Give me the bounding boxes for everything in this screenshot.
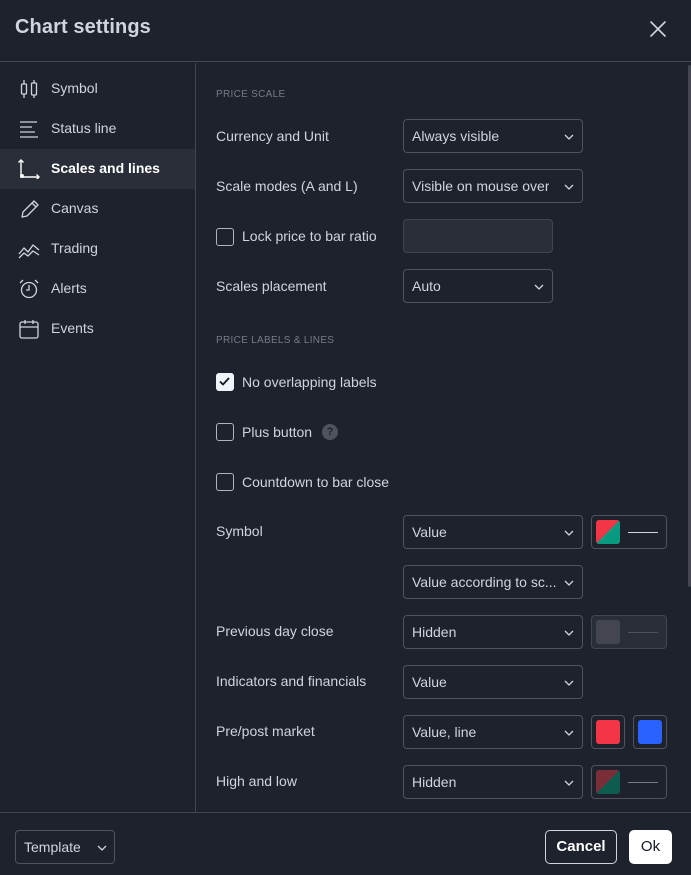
- prev-day-close-label: Previous day close: [216, 623, 334, 639]
- color-swatch: [596, 720, 620, 744]
- sidebar-item-label: Symbol: [51, 80, 98, 96]
- trading-icon: [18, 244, 40, 259]
- currency-unit-select[interactable]: Always visible: [403, 119, 583, 153]
- pre-post-market-select[interactable]: Value, line: [403, 715, 583, 749]
- scales-placement-label: Scales placement: [216, 278, 327, 294]
- alarm-clock-icon: [19, 279, 39, 299]
- symbol-select[interactable]: Value: [403, 515, 583, 549]
- select-value: Hidden: [412, 624, 457, 640]
- indicators-select[interactable]: Value: [403, 665, 583, 699]
- chevron-down-icon: [564, 184, 574, 190]
- currency-unit-label: Currency and Unit: [216, 128, 329, 144]
- select-value: Value: [412, 524, 447, 540]
- lock-ratio-label: Lock price to bar ratio: [242, 228, 377, 244]
- help-icon[interactable]: ?: [322, 424, 338, 440]
- cancel-button[interactable]: Cancel: [545, 830, 617, 864]
- sidebar-item-label: Events: [51, 320, 94, 336]
- color-swatch: [596, 620, 620, 644]
- chevron-down-icon: [564, 780, 574, 786]
- color-swatch: [596, 520, 620, 544]
- pre-post-market-label: Pre/post market: [216, 723, 315, 739]
- color-swatch: [596, 770, 620, 794]
- sidebar-item-alerts[interactable]: Alerts: [0, 269, 195, 309]
- sidebar-item-label: Status line: [51, 120, 117, 136]
- high-low-label: High and low: [216, 773, 297, 789]
- status-line-icon: [20, 121, 38, 138]
- select-value: Auto: [412, 278, 441, 294]
- chevron-down-icon: [564, 630, 574, 636]
- indicators-label: Indicators and financials: [216, 673, 367, 689]
- lock-ratio-input: [403, 219, 553, 253]
- sidebar-item-symbol[interactable]: Symbol: [0, 69, 195, 109]
- sidebar-item-events[interactable]: Events: [0, 309, 195, 349]
- calendar-icon: [19, 320, 39, 339]
- scale-modes-label: Scale modes (A and L): [216, 178, 358, 194]
- plus-button-checkbox[interactable]: [216, 423, 234, 441]
- scales-and-lines-panel: PRICE SCALE Currency and Unit Always vis…: [197, 63, 691, 812]
- sidebar-item-label: Alerts: [51, 280, 87, 296]
- chevron-down-icon: [564, 680, 574, 686]
- plus-button-label: Plus button: [242, 424, 313, 440]
- high-low-color-picker[interactable]: [591, 765, 667, 799]
- no-overlapping-label: No overlapping labels: [242, 374, 377, 390]
- color-swatch: [638, 720, 662, 744]
- select-value: Always visible: [412, 128, 500, 144]
- symbol-mode-select[interactable]: Value according to sc...: [403, 565, 583, 599]
- chevron-down-icon: [564, 580, 574, 586]
- scales-placement-select[interactable]: Auto: [403, 269, 553, 303]
- select-value: Visible on mouse over: [412, 178, 550, 194]
- chevron-down-icon: [564, 530, 574, 536]
- close-icon: [650, 21, 666, 37]
- sidebar-item-label: Trading: [51, 240, 98, 256]
- pre-market-color-picker[interactable]: [591, 715, 625, 749]
- template-label: Template: [24, 839, 81, 855]
- countdown-label: Countdown to bar close: [242, 474, 390, 490]
- sidebar-item-canvas[interactable]: Canvas: [0, 189, 195, 229]
- dialog-header: Chart settings: [0, 0, 691, 62]
- select-value: Value, line: [412, 724, 477, 740]
- lock-ratio-checkbox[interactable]: [216, 228, 234, 246]
- chevron-down-icon: [564, 134, 574, 140]
- scale-modes-select[interactable]: Visible on mouse over: [403, 169, 583, 203]
- sidebar-item-trading[interactable]: Trading: [0, 229, 195, 269]
- ok-button[interactable]: Ok: [629, 830, 672, 864]
- scales-icon: [18, 159, 40, 179]
- symbol-color-picker[interactable]: [591, 515, 667, 549]
- prev-day-close-color-picker: [591, 615, 667, 649]
- high-low-select[interactable]: Hidden: [403, 765, 583, 799]
- post-market-color-picker[interactable]: [633, 715, 667, 749]
- line-style-preview: [628, 632, 658, 633]
- sidebar-item-scales-and-lines[interactable]: Scales and lines: [0, 149, 195, 189]
- line-style-preview: [628, 782, 658, 783]
- close-button[interactable]: [643, 14, 673, 44]
- countdown-checkbox[interactable]: [216, 473, 234, 491]
- candlestick-icon: [20, 80, 38, 98]
- prev-day-close-select[interactable]: Hidden: [403, 615, 583, 649]
- symbol-label: Symbol: [216, 523, 263, 539]
- chevron-down-icon: [97, 845, 107, 851]
- sidebar-item-status-line[interactable]: Status line: [0, 109, 195, 149]
- dialog-footer: Template Cancel Ok: [0, 812, 691, 875]
- sidebar-item-label: Canvas: [51, 200, 99, 216]
- sidebar-item-label: Scales and lines: [51, 160, 160, 176]
- template-button[interactable]: Template: [15, 830, 115, 864]
- select-value: Hidden: [412, 774, 457, 790]
- dialog-title: Chart settings: [15, 16, 151, 38]
- section-title-price-labels: PRICE LABELS & LINES: [216, 335, 335, 346]
- no-overlapping-checkbox[interactable]: [216, 373, 234, 391]
- checkmark-icon: [219, 377, 230, 386]
- line-style-preview: [628, 532, 658, 533]
- pencil-icon: [21, 200, 39, 218]
- chevron-down-icon: [564, 730, 574, 736]
- settings-sidebar: Symbol Status line Scales and lines Canv…: [0, 63, 196, 812]
- select-value: Value according to sc...: [412, 574, 557, 590]
- chevron-down-icon: [534, 284, 544, 290]
- section-title-price-scale: PRICE SCALE: [216, 89, 286, 100]
- select-value: Value: [412, 674, 447, 690]
